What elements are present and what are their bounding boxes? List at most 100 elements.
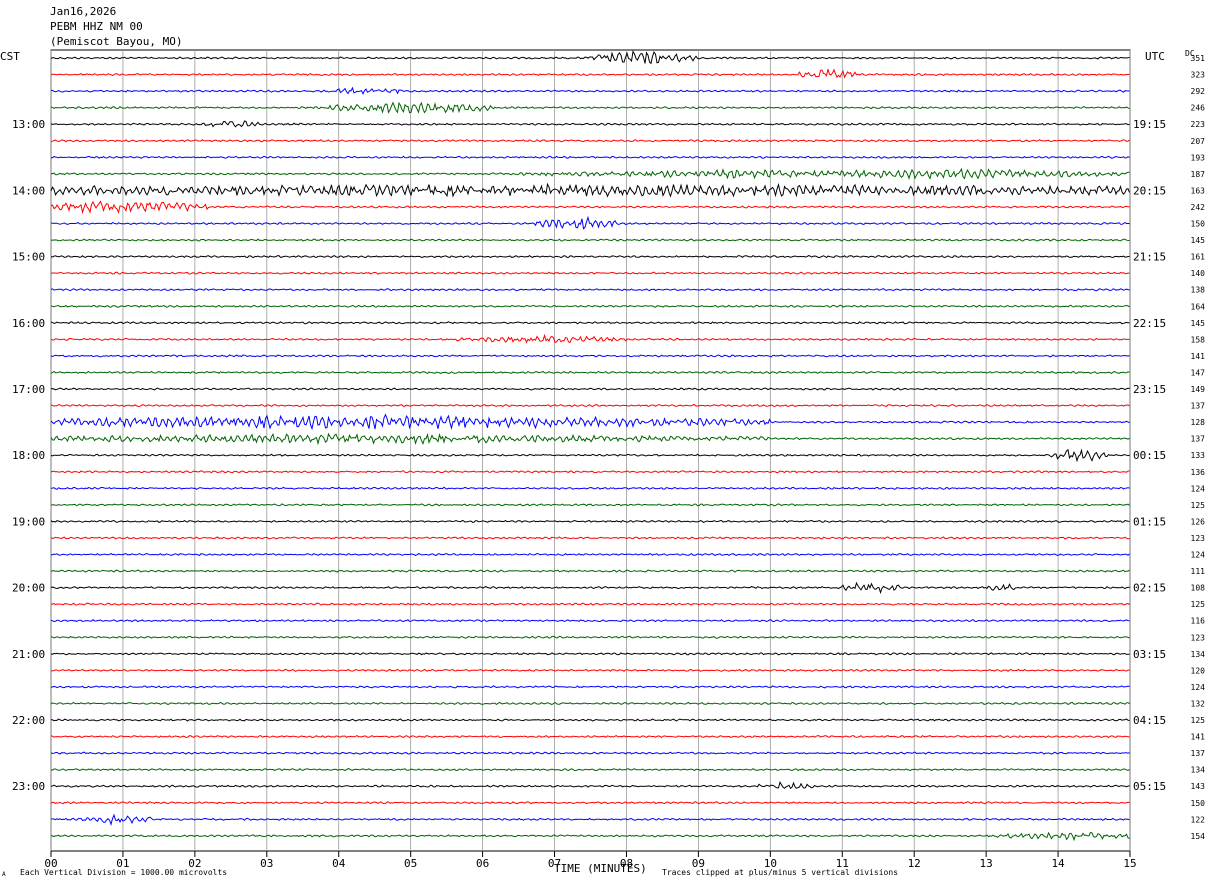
trace-row-29 — [50, 536, 1130, 540]
trace-row-0 — [50, 50, 1130, 65]
dc-offset-label: 122 — [1191, 815, 1206, 824]
dc-offset-label: 223 — [1191, 120, 1206, 129]
dc-offset-label: 141 — [1191, 733, 1206, 742]
dc-offset-label: 123 — [1191, 534, 1206, 543]
dc-offset-label: 138 — [1191, 286, 1206, 295]
dc-offset-label: 164 — [1191, 302, 1206, 311]
x-tick-label: 03 — [260, 857, 273, 870]
dc-offset-label: 292 — [1191, 87, 1206, 96]
trace-row-28 — [50, 519, 1130, 523]
dc-offset-label: 136 — [1191, 468, 1206, 477]
trace-row-11 — [50, 238, 1130, 242]
right-time-label: 04:15 — [1133, 714, 1166, 727]
dc-offset-label: 143 — [1191, 782, 1206, 791]
dc-offset-label: 124 — [1191, 484, 1206, 493]
corner-mark: A — [2, 871, 6, 878]
trace-row-12 — [50, 254, 1130, 259]
trace-group — [50, 50, 1130, 842]
trace-row-33 — [50, 602, 1130, 606]
dc-offset-label: 134 — [1191, 766, 1206, 775]
trace-row-36 — [50, 652, 1130, 656]
right-time-label: 03:15 — [1133, 648, 1166, 661]
dc-offset-label: 150 — [1191, 799, 1206, 808]
dc-offset-label: 141 — [1191, 352, 1206, 361]
trace-row-10 — [50, 215, 1130, 230]
trace-row-31 — [50, 569, 1130, 573]
trace-row-1 — [50, 68, 1130, 79]
trace-row-41 — [50, 734, 1130, 739]
x-tick-label: 04 — [332, 857, 346, 870]
dc-offset-label: 125 — [1191, 501, 1206, 510]
dc-offset-label: 125 — [1191, 600, 1206, 609]
trace-row-7 — [50, 167, 1130, 181]
trace-row-34 — [50, 619, 1130, 623]
trace-row-21 — [50, 403, 1130, 408]
left-time-label: 13:00 — [12, 118, 45, 131]
dc-offset-label: 116 — [1191, 617, 1206, 626]
dc-offset-label: 124 — [1191, 551, 1206, 560]
trace-row-5 — [50, 139, 1130, 143]
trace-row-16 — [50, 321, 1130, 325]
trace-row-14 — [50, 288, 1130, 292]
dc-offset-label: 111 — [1191, 567, 1206, 576]
left-time-label: 16:00 — [12, 317, 45, 330]
right-time-label: 19:15 — [1133, 118, 1166, 131]
x-tick-label: 13 — [980, 857, 993, 870]
right-time-label: 00:15 — [1133, 449, 1166, 462]
trace-row-45 — [50, 801, 1130, 805]
dc-offset-label: 158 — [1191, 335, 1206, 344]
dc-offset-label: 124 — [1191, 683, 1206, 692]
dc-offset-label: 140 — [1191, 269, 1206, 278]
trace-row-32 — [50, 581, 1130, 595]
plot-frame — [50, 49, 1131, 852]
dc-offset-label: 132 — [1191, 699, 1206, 708]
trace-row-24 — [50, 448, 1130, 463]
trace-row-40 — [51, 718, 1130, 722]
dc-offset-label: 246 — [1191, 104, 1206, 113]
trace-row-13 — [50, 271, 1130, 275]
dc-offset-label: 123 — [1191, 633, 1206, 642]
x-axis-title: TIME (MINUTES) — [554, 862, 647, 875]
dc-offset-label: 154 — [1191, 832, 1206, 841]
axis-labels: 00 01 02 03 04 05 06 07 08 09 10 11 12 13 14 1535132329… — [12, 54, 1205, 870]
trace-row-44 — [50, 781, 1130, 790]
dc-offset-label: 147 — [1191, 368, 1206, 377]
trace-row-15 — [50, 304, 1130, 308]
clip-note: Traces clipped at plus/minus 5 vertical … — [662, 868, 899, 877]
trace-row-39 — [50, 701, 1130, 706]
dc-offset-label: 351 — [1191, 54, 1206, 63]
trace-row-43 — [50, 768, 1130, 772]
trace-row-46 — [50, 813, 1130, 826]
trace-row-2 — [50, 86, 1130, 95]
dc-offset-label: 163 — [1191, 186, 1206, 195]
trace-row-42 — [50, 751, 1130, 755]
scale-note: Each Vertical Division = 1000.00 microvo… — [20, 868, 228, 877]
trace-row-26 — [50, 486, 1130, 490]
left-time-label: 21:00 — [12, 648, 45, 661]
trace-row-4 — [50, 120, 1130, 128]
trace-row-37 — [50, 668, 1130, 672]
dc-offset-label: 137 — [1191, 402, 1206, 411]
dc-offset-label: 128 — [1191, 418, 1206, 427]
helicorder-plot: 00 01 02 03 04 05 06 07 08 09 10 11 12 13 14 1535132329… — [12, 49, 1205, 870]
right-time-label: 23:15 — [1133, 383, 1166, 396]
left-time-label: 14:00 — [12, 184, 45, 197]
trace-row-17 — [50, 333, 1130, 344]
right-time-label: 05:15 — [1133, 780, 1166, 793]
dc-offset-label: 126 — [1191, 517, 1206, 526]
dc-offset-label: 108 — [1191, 584, 1206, 593]
dc-offset-label: 193 — [1191, 153, 1206, 162]
trace-row-27 — [51, 503, 1130, 507]
trace-row-6 — [51, 155, 1130, 159]
trace-row-35 — [50, 635, 1130, 639]
trace-row-47 — [51, 831, 1130, 842]
left-time-label: 15:00 — [12, 251, 45, 264]
dc-offset-label: 137 — [1191, 435, 1206, 444]
trace-row-20 — [50, 387, 1130, 391]
trace-row-18 — [50, 354, 1130, 358]
trace-row-22 — [50, 413, 1130, 431]
dc-offset-label: 150 — [1191, 220, 1206, 229]
dc-offset-label: 145 — [1191, 236, 1206, 245]
trace-row-25 — [50, 470, 1130, 474]
trace-row-38 — [50, 685, 1130, 689]
